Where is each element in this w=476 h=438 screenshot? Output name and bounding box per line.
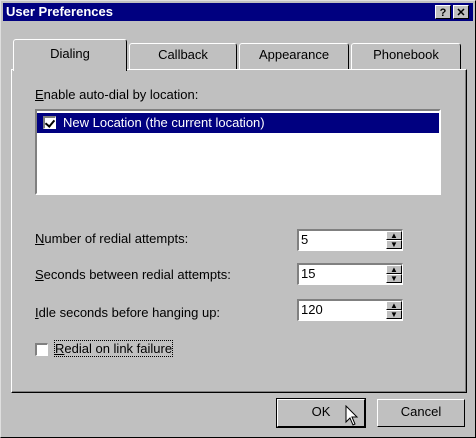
spin-up-icon[interactable]: ▲: [386, 231, 402, 240]
seconds-between-label-text: econds between redial attempts:: [43, 267, 231, 282]
redial-on-failure-label[interactable]: Redial on link failure: [53, 340, 174, 357]
redial-attempts-label: Number of redial attempts:: [35, 231, 188, 246]
idle-seconds-value[interactable]: 120: [301, 302, 323, 317]
location-list-item[interactable]: New Location (the current location): [37, 113, 439, 133]
spin-down-icon[interactable]: ▼: [386, 274, 402, 283]
spinner-arrows: ▲ ▼: [386, 231, 402, 250]
redial-attempts-label-text: umber of redial attempts:: [44, 231, 189, 246]
tab-dialing[interactable]: Dialing: [13, 39, 127, 71]
redial-on-failure-accelerator: R: [55, 341, 65, 356]
idle-seconds-label-text: dle seconds before hanging up:: [38, 305, 221, 320]
user-preferences-dialog: User Preferences ? ✕ Dialing Callback Ap…: [0, 0, 476, 438]
tab-phonebook[interactable]: Phonebook: [351, 43, 461, 69]
tab-label: Phonebook: [373, 47, 439, 62]
tab-label: Dialing: [50, 46, 90, 61]
location-checkbox[interactable]: [43, 116, 56, 129]
autodial-label: Enable auto-dial by location:: [35, 87, 198, 102]
autodial-label-text: nable auto-dial by location:: [43, 87, 199, 102]
seconds-between-spinner[interactable]: 15 ▲ ▼: [297, 263, 403, 285]
redial-attempts-spinner[interactable]: 5 ▲ ▼: [297, 229, 403, 251]
tab-label: Appearance: [258, 47, 330, 62]
idle-seconds-label: Idle seconds before hanging up:: [35, 305, 220, 320]
redial-attempts-value[interactable]: 5: [301, 232, 308, 247]
cancel-button[interactable]: Cancel: [377, 399, 465, 427]
pointer-arrow-icon: [345, 404, 359, 426]
redial-on-failure-checkbox[interactable]: [35, 343, 48, 356]
title-bar[interactable]: User Preferences ? ✕: [3, 3, 473, 21]
close-button[interactable]: ✕: [453, 5, 469, 19]
seconds-between-accelerator: S: [35, 267, 44, 282]
cancel-label: Cancel: [400, 404, 442, 419]
window-title: User Preferences: [6, 4, 113, 19]
tab-label: Callback: [158, 47, 208, 62]
tab-appearance[interactable]: Appearance: [239, 43, 349, 69]
autodial-accelerator: E: [35, 87, 44, 102]
spin-up-icon[interactable]: ▲: [386, 301, 402, 310]
location-listbox[interactable]: New Location (the current location): [35, 109, 441, 195]
idle-seconds-spinner[interactable]: 120 ▲ ▼: [297, 299, 403, 321]
tab-callback[interactable]: Callback: [129, 43, 237, 69]
spinner-arrows: ▲ ▼: [386, 301, 402, 320]
spin-up-icon[interactable]: ▲: [386, 265, 402, 274]
spin-down-icon[interactable]: ▼: [386, 240, 402, 249]
spinner-arrows: ▲ ▼: [386, 265, 402, 284]
redial-on-failure-label-text: edial on link failure: [64, 341, 173, 356]
ok-label: OK: [311, 404, 331, 419]
location-label: New Location (the current location): [63, 115, 265, 130]
seconds-between-value[interactable]: 15: [301, 266, 315, 281]
spin-down-icon[interactable]: ▼: [386, 310, 402, 319]
help-button[interactable]: ?: [435, 5, 451, 19]
seconds-between-label: Seconds between redial attempts:: [35, 267, 231, 282]
redial-attempts-accelerator: N: [35, 231, 45, 246]
